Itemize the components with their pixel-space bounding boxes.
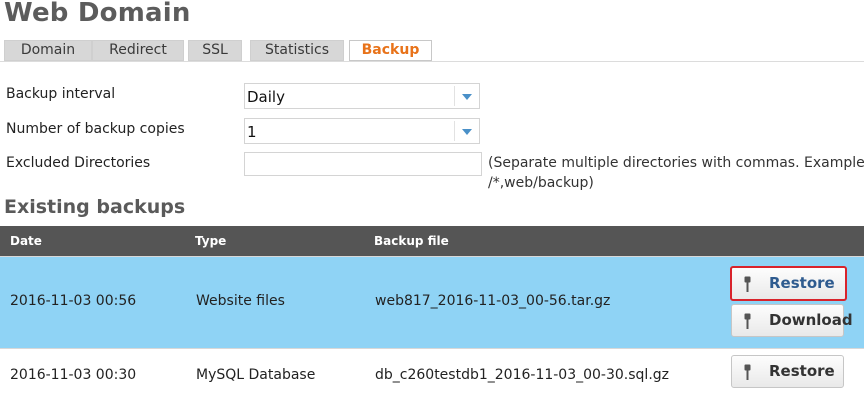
table-row[interactable]: 2016-11-03 00:56 Website files web817_20… <box>0 256 864 348</box>
backup-copies-value: 1 <box>247 123 257 141</box>
chevron-down-icon[interactable] <box>454 121 479 141</box>
backup-date: 2016-11-03 00:56 <box>10 293 137 309</box>
backup-interval-value: Daily <box>247 88 285 106</box>
restore-button[interactable]: Restore <box>731 355 844 388</box>
existing-backups-title: Existing backups <box>4 196 186 218</box>
excluded-directories-input[interactable] <box>244 152 482 176</box>
restore-button-label: Restore <box>769 274 835 292</box>
backup-type: Website files <box>196 293 285 309</box>
backup-interval-select[interactable]: Daily <box>244 83 480 109</box>
backup-date: 2016-11-03 00:30 <box>10 367 137 383</box>
chevron-down-icon[interactable] <box>454 86 479 106</box>
key-icon <box>744 313 751 329</box>
tab-domain[interactable]: Domain <box>4 40 92 61</box>
restore-button[interactable]: Restore <box>730 266 847 301</box>
column-header-date: Date <box>10 234 42 248</box>
column-header-type: Type <box>195 234 227 248</box>
backup-type: MySQL Database <box>196 367 316 383</box>
hint-line-2: /*,web/backup) <box>488 175 594 191</box>
key-icon <box>744 364 751 380</box>
backup-copies-label: Number of backup copies <box>6 121 185 137</box>
tabs-divider <box>0 61 864 62</box>
column-header-backup-file: Backup file <box>374 234 449 248</box>
download-button-label: Download <box>769 311 853 329</box>
page-title: Web Domain <box>4 0 191 28</box>
backup-interval-label: Backup interval <box>6 86 116 102</box>
restore-button-label: Restore <box>769 362 835 380</box>
tab-ssl[interactable]: SSL <box>188 40 242 61</box>
download-button[interactable]: Download <box>731 304 853 337</box>
table-header: Date Type Backup file <box>0 226 864 256</box>
hint-line-1: (Separate multiple directories with comm… <box>488 155 864 171</box>
tab-bar: Domain Redirect SSL Statistics Backup <box>4 40 864 61</box>
backup-file: db_c260testdb1_2016-11-03_00-30.sql.gz <box>375 367 670 383</box>
backup-copies-select[interactable]: 1 <box>244 118 480 144</box>
excluded-directories-hint: (Separate multiple directories with comm… <box>488 153 864 193</box>
key-icon <box>744 276 751 292</box>
tab-redirect[interactable]: Redirect <box>92 40 184 61</box>
tab-statistics[interactable]: Statistics <box>250 40 344 61</box>
excluded-directories-label: Excluded Directories <box>6 155 151 171</box>
backup-file: web817_2016-11-03_00-56.tar.gz <box>375 293 611 309</box>
tab-backup[interactable]: Backup <box>349 40 432 61</box>
